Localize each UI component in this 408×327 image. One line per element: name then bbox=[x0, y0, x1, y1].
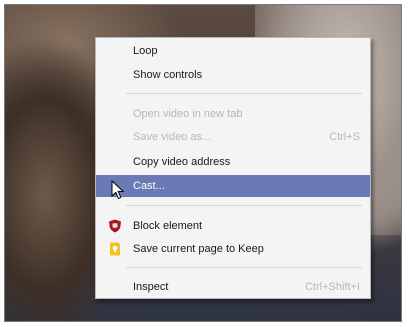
menu-separator bbox=[126, 267, 362, 268]
menu-item-label: Block element bbox=[133, 220, 203, 232]
menu-item-label: Save video as... bbox=[133, 131, 212, 143]
menu-item-loop[interactable]: Loop bbox=[96, 40, 370, 62]
menu-item-open-video-new-tab[interactable]: Open video in new tab bbox=[96, 103, 370, 125]
menu-item-cast[interactable]: Cast... bbox=[96, 175, 370, 197]
menu-separator bbox=[126, 205, 362, 206]
menu-item-save-video-as[interactable]: Save video as... Ctrl+S bbox=[96, 126, 370, 148]
keep-bulb-icon bbox=[110, 242, 120, 256]
menu-item-inspect[interactable]: Inspect Ctrl+Shift+I bbox=[96, 276, 370, 298]
mouse-pointer-icon bbox=[111, 180, 125, 200]
menu-item-label: Loop bbox=[133, 45, 158, 57]
menu-item-label: Save current page to Keep bbox=[133, 243, 264, 255]
context-menu: Loop Show controls Open video in new tab… bbox=[95, 37, 371, 299]
menu-item-shortcut: Ctrl+S bbox=[329, 131, 360, 143]
ublock-shield-icon bbox=[109, 219, 121, 233]
menu-item-save-to-keep[interactable]: Save current page to Keep bbox=[96, 238, 370, 260]
menu-item-label: Inspect bbox=[133, 281, 169, 293]
menu-item-label: Show controls bbox=[133, 69, 203, 81]
menu-item-copy-video-address[interactable]: Copy video address bbox=[96, 151, 370, 173]
menu-item-label: Open video in new tab bbox=[133, 108, 243, 120]
menu-separator bbox=[126, 93, 362, 94]
menu-item-label: Copy video address bbox=[133, 156, 231, 168]
menu-item-label: Cast... bbox=[133, 180, 165, 192]
menu-item-shortcut: Ctrl+Shift+I bbox=[304, 281, 360, 293]
menu-item-show-controls[interactable]: Show controls bbox=[96, 64, 370, 86]
menu-item-block-element[interactable]: Block element bbox=[96, 215, 370, 237]
